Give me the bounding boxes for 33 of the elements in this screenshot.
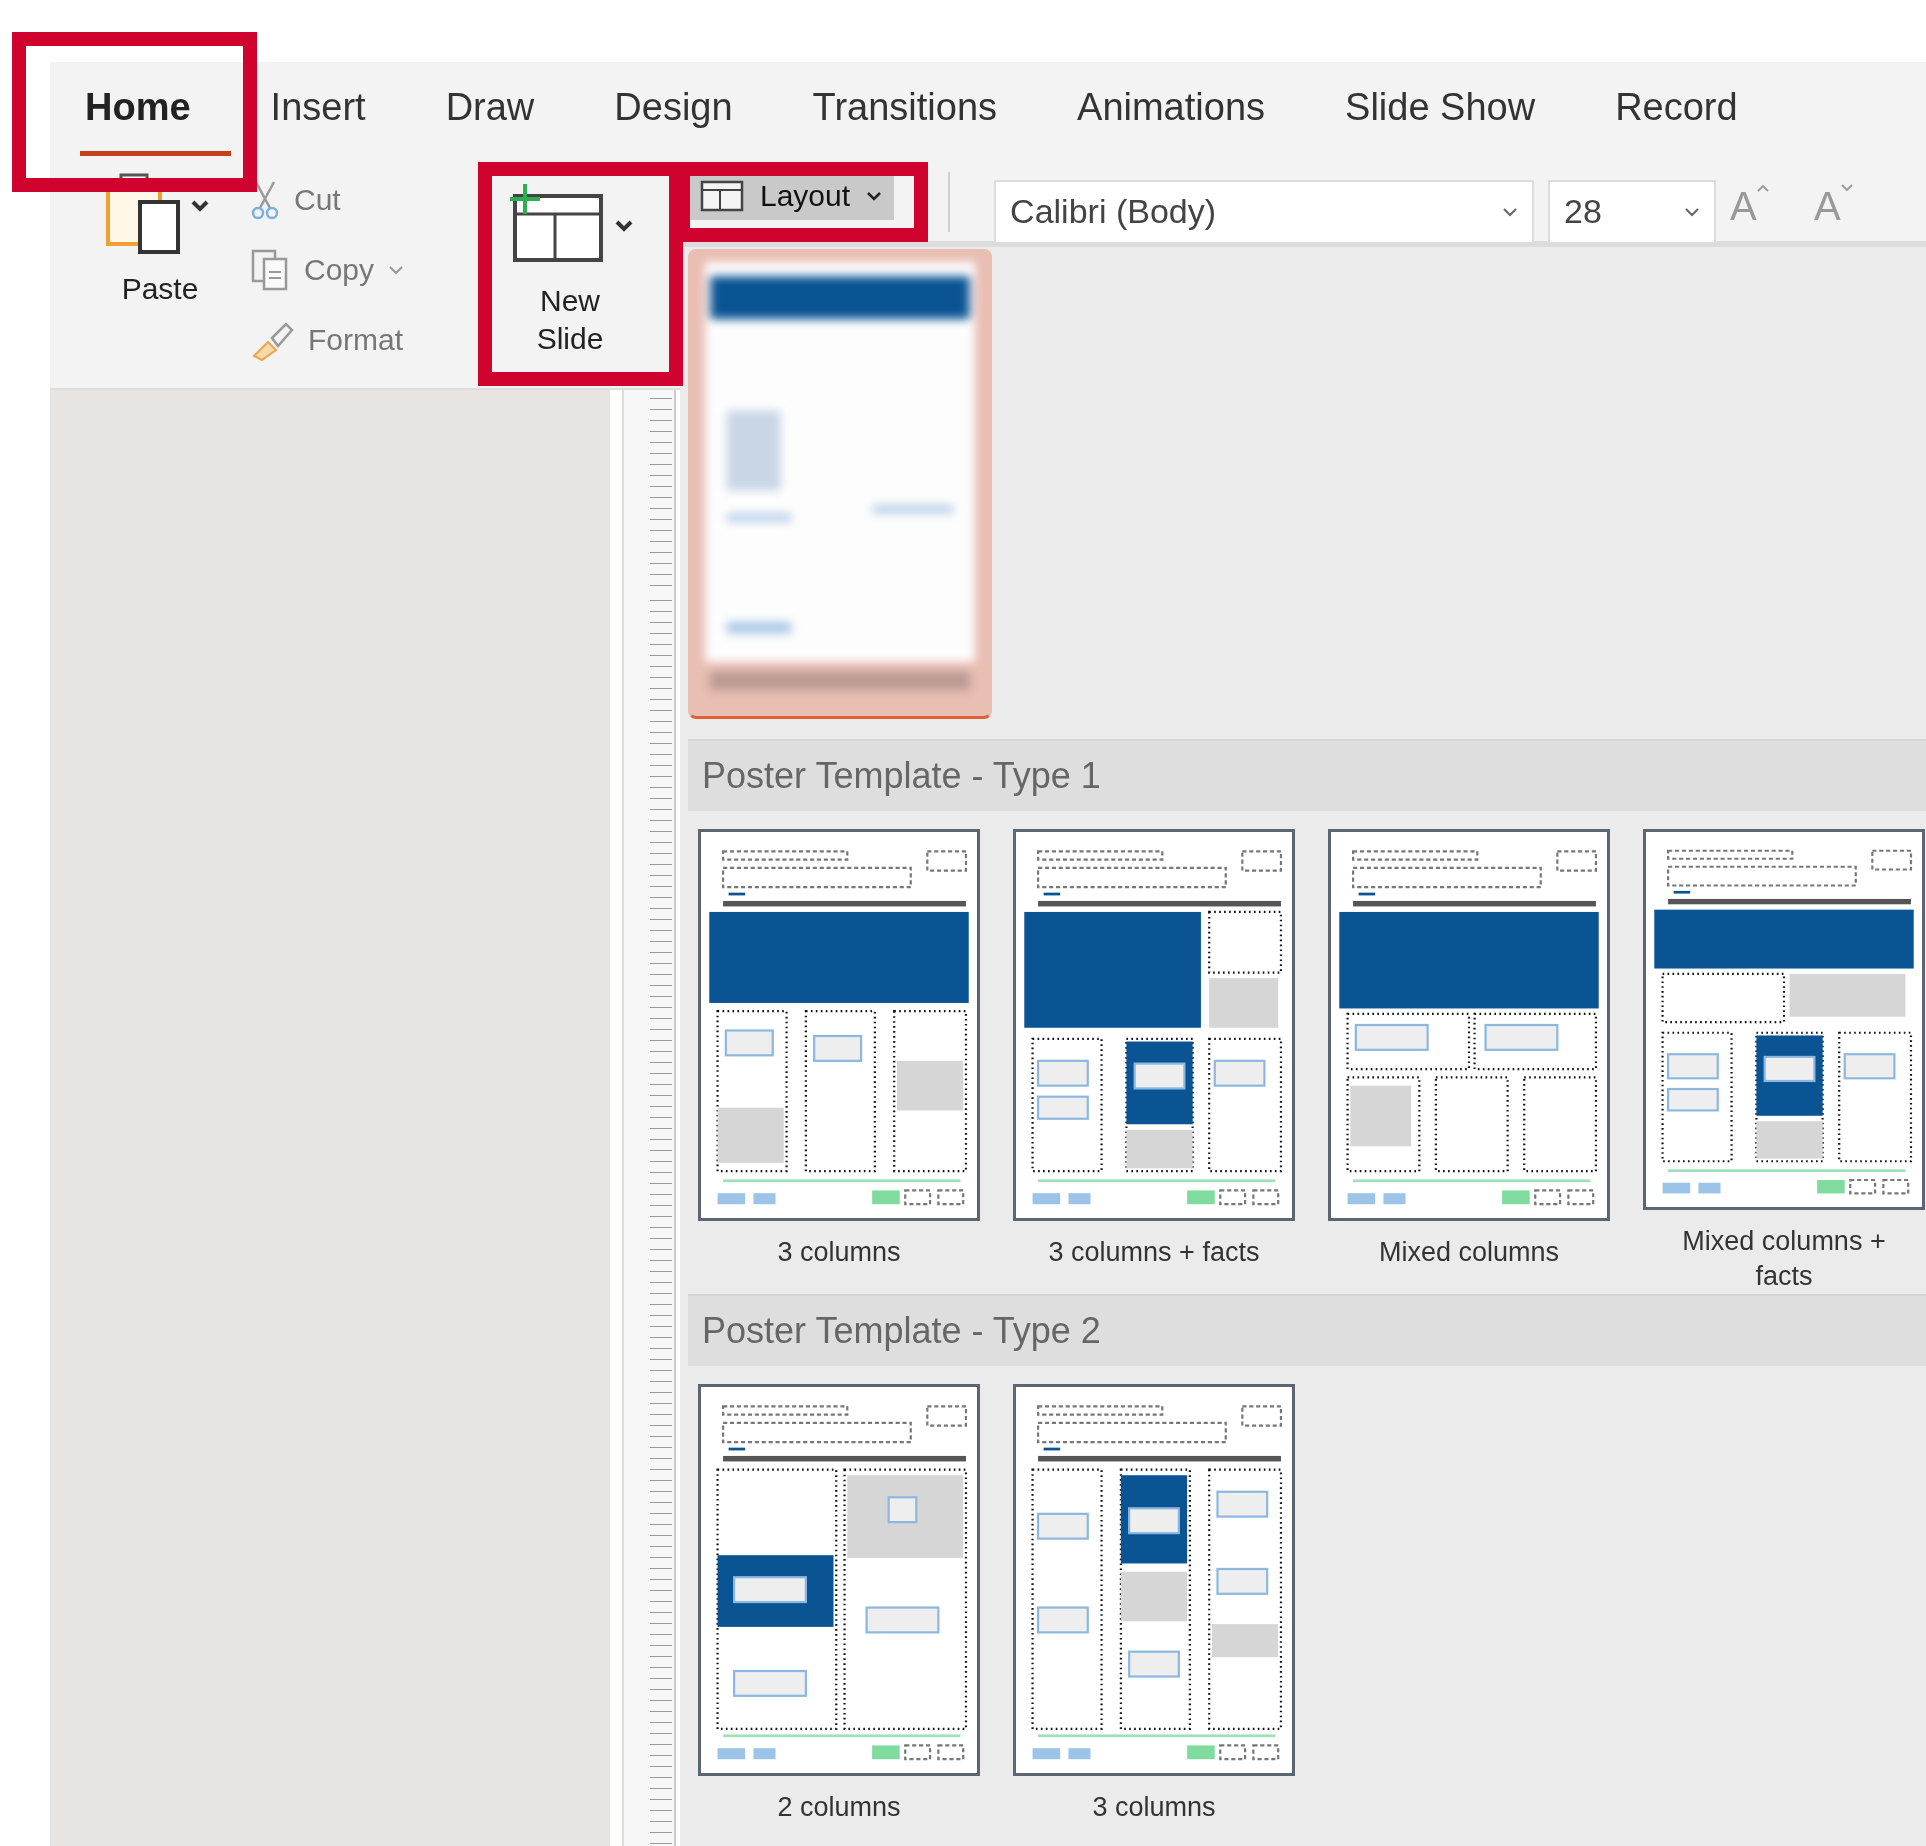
caret-icon — [388, 265, 405, 275]
paste-button[interactable]: Paste — [100, 172, 220, 306]
ribbon-tab[interactable]: Record — [1575, 68, 1778, 156]
section-header: Poster Template - Type 2 — [688, 1294, 1926, 1366]
ribbon-tab[interactable]: Insert — [230, 68, 406, 156]
ribbon-tab[interactable]: Animations — [1037, 68, 1306, 156]
copy-button[interactable]: Copy — [250, 242, 460, 298]
caret-icon — [1502, 206, 1519, 217]
cut-button[interactable]: Cut — [250, 172, 460, 228]
layout-option[interactable]: 3 columns — [1013, 1384, 1295, 1846]
caret-up-icon — [1756, 184, 1769, 192]
caret-icon — [866, 190, 883, 201]
layout-option[interactable]: 2 columns — [698, 1384, 980, 1846]
ribbon-tab[interactable]: Slide Show — [1305, 68, 1576, 156]
layout-option[interactable]: 3 columns + facts — [1013, 829, 1295, 1294]
layout-option[interactable]: 3 columns — [698, 829, 980, 1294]
ribbon-tab[interactable]: Home — [80, 68, 231, 156]
copy-icon — [250, 248, 290, 292]
ribbon-tab[interactable]: Transitions — [772, 68, 1038, 156]
layout-option[interactable] — [688, 249, 992, 719]
ribbon-tab[interactable]: Design — [574, 68, 773, 156]
font-family-dropdown[interactable]: Calibri (Body) — [994, 179, 1535, 244]
ribbon-tab[interactable]: Draw — [405, 68, 575, 156]
format-painter-button[interactable]: Format — [250, 312, 460, 368]
caret-down-icon — [1840, 184, 1853, 192]
layout-option[interactable]: Mixed columns — [1328, 829, 1610, 1294]
font-size-dropdown[interactable]: 28 — [1548, 179, 1717, 244]
layout-icon — [700, 179, 744, 212]
scissors-icon — [250, 180, 280, 220]
layout-option[interactable]: Mixed columns + facts — [1643, 829, 1925, 1294]
caret-icon — [1684, 206, 1701, 217]
section-header: Poster Template - Type 1 — [688, 739, 1926, 811]
new-slide-button[interactable]: New Slide — [500, 184, 640, 357]
